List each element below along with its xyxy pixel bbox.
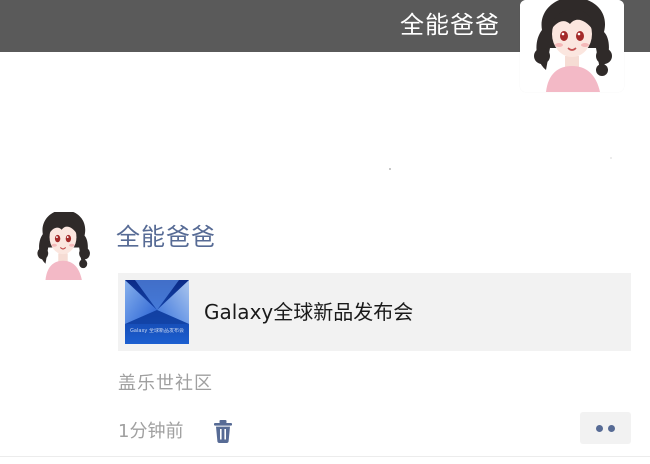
thumbnail-caption: Galaxy 全球新品发布会: [130, 328, 184, 334]
galaxy-launch-thumbnail-icon: Galaxy 全球新品发布会: [125, 280, 189, 344]
cartoon-girl-avatar-icon: [520, 0, 624, 92]
header-avatar[interactable]: [520, 0, 624, 92]
post-username[interactable]: 全能爸爸: [116, 218, 216, 256]
shared-link-card[interactable]: Galaxy 全球新品发布会 Galaxy全球新品发布会: [118, 273, 631, 351]
speck: [610, 157, 612, 159]
header-username[interactable]: 全能爸爸: [370, 8, 500, 42]
cartoon-girl-avatar-icon: [28, 212, 98, 280]
moments-page: 全能爸爸 全能爸爸 Galaxy 全球新品发布会 Galaxy全球新品发布会 盖…: [0, 0, 650, 464]
delete-button[interactable]: [210, 418, 236, 444]
shared-link-title[interactable]: Galaxy全球新品发布会: [204, 293, 413, 331]
source-community-label[interactable]: 盖乐世社区: [118, 368, 213, 400]
speck: [389, 168, 391, 170]
more-dots-icon: [608, 425, 615, 432]
more-actions-button[interactable]: [580, 412, 631, 444]
more-dots-icon: [596, 425, 603, 432]
post-time: 1分钟前: [118, 421, 184, 442]
trash-icon: [214, 420, 232, 443]
divider: [0, 456, 650, 457]
post-avatar[interactable]: [28, 212, 98, 280]
